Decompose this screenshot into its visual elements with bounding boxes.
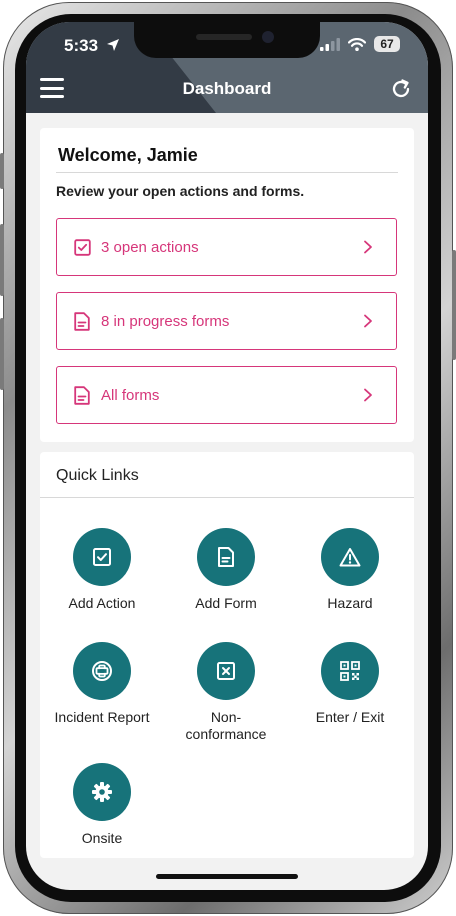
quick-link-onsite[interactable]: Onsite <box>40 763 164 847</box>
document-icon <box>73 385 91 405</box>
wifi-icon <box>348 37 366 51</box>
quick-links-title: Quick Links <box>56 467 139 484</box>
quick-link-enter-exit[interactable]: Enter / Exit <box>288 642 412 726</box>
quick-link-label: Non- conformance <box>185 709 267 742</box>
notch <box>134 22 320 58</box>
checkbox-icon <box>73 238 91 256</box>
welcome-subtitle: Review your open actions and forms. <box>56 183 305 199</box>
divider <box>56 172 398 173</box>
onsite-button[interactable] <box>73 763 131 821</box>
quick-link-add-form[interactable]: Add Form <box>164 528 288 612</box>
side-button-power <box>452 250 456 360</box>
welcome-card: Welcome, Jamie Review your open actions … <box>40 128 414 442</box>
qr-code-icon <box>340 661 360 681</box>
welcome-title: Welcome, Jamie <box>58 145 198 165</box>
all-forms-row[interactable]: All forms <box>56 366 397 424</box>
warning-icon <box>339 548 361 567</box>
add-action-button[interactable] <box>73 528 131 586</box>
battery-level: 67 <box>374 36 400 52</box>
quick-links-card: Quick Links Add Action Add Form Hazard I… <box>40 452 414 858</box>
quick-link-label: Add Action <box>68 595 136 611</box>
quick-link-hazard[interactable]: Hazard <box>288 528 412 612</box>
plus-circle-icon <box>92 661 112 681</box>
all-forms-label: All forms <box>101 386 160 404</box>
status-time: 5:33 <box>64 36 99 55</box>
open-actions-row[interactable]: 3 open actions <box>56 218 397 276</box>
chevron-right-icon <box>364 240 372 254</box>
page-title: Dashboard <box>182 79 272 98</box>
status-indicators: 67 <box>320 36 400 52</box>
quick-link-add-action[interactable]: Add Action <box>40 528 164 612</box>
enter-exit-button[interactable] <box>321 642 379 700</box>
document-icon <box>73 311 91 331</box>
chevron-right-icon <box>364 388 372 402</box>
speaker-grille <box>196 34 252 40</box>
quick-link-non-conformance[interactable]: Non- conformance <box>164 642 288 743</box>
document-icon <box>218 547 234 567</box>
hazard-button[interactable] <box>321 528 379 586</box>
quick-link-label: Hazard <box>327 595 373 611</box>
quick-link-incident-report[interactable]: Incident Report <box>40 642 164 726</box>
chevron-right-icon <box>364 314 372 328</box>
refresh-icon[interactable] <box>390 78 412 100</box>
quick-link-label: Add Form <box>195 595 257 611</box>
signal-icon <box>320 37 340 51</box>
side-button-volume-down <box>0 318 4 390</box>
add-form-button[interactable] <box>197 528 255 586</box>
in-progress-forms-label: 8 in progress forms <box>101 312 230 330</box>
x-box-icon <box>217 662 235 680</box>
divider <box>40 497 414 498</box>
in-progress-forms-row[interactable]: 8 in progress forms <box>56 292 397 350</box>
incident-report-button[interactable] <box>73 642 131 700</box>
location-arrow-icon <box>107 39 119 51</box>
app-header: 5:33 67 Dashboard <box>26 22 428 113</box>
quick-link-label: Onsite <box>81 830 123 846</box>
side-button-volume-up <box>0 224 4 296</box>
checkbox-icon <box>93 548 111 566</box>
open-actions-label: 3 open actions <box>101 238 199 256</box>
app-screen: 5:33 67 Dashboard Welcome, Jamie Review … <box>26 22 428 890</box>
home-indicator[interactable] <box>156 874 298 879</box>
quick-link-label: Incident Report <box>54 709 150 725</box>
side-button-mute <box>0 153 4 189</box>
non-conformance-button[interactable] <box>197 642 255 700</box>
gear-icon <box>92 782 112 802</box>
quick-link-label: Enter / Exit <box>315 709 385 725</box>
front-camera <box>262 31 274 43</box>
